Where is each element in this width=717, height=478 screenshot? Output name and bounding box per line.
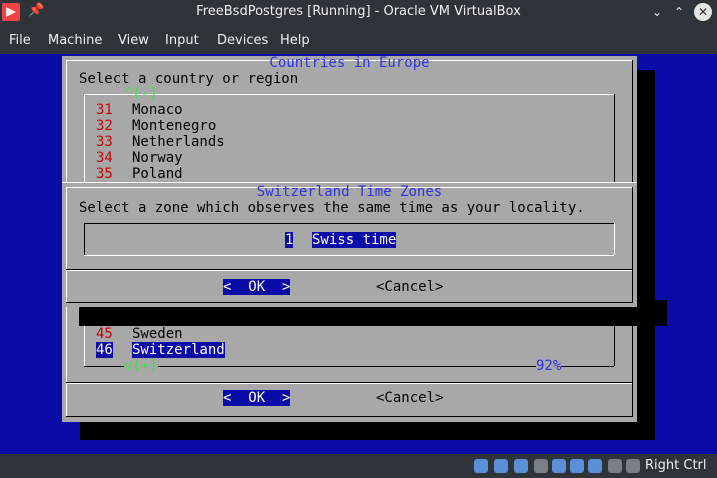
list-item-label: Sweden (132, 326, 183, 342)
usb-icon[interactable] (552, 459, 566, 473)
list-item-number: 45 (96, 326, 113, 342)
list-item-number: 34 (96, 150, 113, 166)
list-item-number: 32 (96, 118, 113, 134)
vm-screen[interactable]: Countries in Europe Select a country or … (0, 54, 717, 454)
list-item-number: 35 (96, 166, 113, 182)
ok-button[interactable]: < OK > (223, 390, 291, 406)
list-item-number: 31 (96, 102, 113, 118)
menu-help[interactable]: Help (280, 33, 310, 48)
timezone-dialog-title: Switzerland Time Zones (256, 184, 443, 200)
recording-icon[interactable] (608, 459, 622, 473)
list-item-number: 1 (285, 232, 294, 248)
display-icon[interactable] (588, 459, 602, 473)
list-item-label: Montenegro (132, 118, 217, 134)
list-item-label: Switzerland (132, 342, 225, 358)
list-item-label: Monaco (132, 102, 183, 118)
optical-drive-icon[interactable] (494, 459, 508, 473)
mouse-integration-icon[interactable] (626, 459, 640, 473)
menu-view[interactable]: View (118, 33, 149, 48)
scroll-up-indicator: ^(-) (124, 86, 158, 102)
menu-file[interactable]: File (9, 33, 31, 48)
cancel-button[interactable]: <Cancel> (376, 390, 443, 406)
shared-folders-icon[interactable] (570, 459, 584, 473)
window-title: FreeBsdPostgres [Running] - Oracle VM Vi… (196, 4, 521, 19)
menu-bar: File Machine View Input Devices Help (0, 26, 717, 54)
audio-icon[interactable] (514, 459, 528, 473)
timezone-dialog: Switzerland Time Zones Select a zone whi… (62, 182, 637, 307)
list-item-label: Netherlands (132, 134, 225, 150)
list-item-label: Norway (132, 150, 183, 166)
menu-devices[interactable]: Devices (217, 33, 268, 48)
ok-button[interactable]: < OK > (223, 279, 291, 295)
minimize-icon[interactable]: ⌄ (648, 3, 666, 21)
close-icon[interactable]: ✕ (694, 3, 712, 21)
hard-disk-icon[interactable] (474, 459, 488, 473)
title-bar: 📌 FreeBsdPostgres [Running] - Oracle VM … (0, 0, 717, 26)
timezone-prompt: Select a zone which observes the same ti… (79, 200, 585, 216)
scroll-percent: 92% (536, 358, 562, 374)
maximize-icon[interactable]: ⌃ (670, 3, 688, 21)
scroll-down-indicator: v(+) (124, 358, 158, 374)
list-item-number: 33 (96, 134, 113, 150)
menu-input[interactable]: Input (165, 33, 199, 48)
list-item-label: Swiss time (312, 232, 397, 248)
host-key-label: Right Ctrl (645, 458, 707, 473)
menu-machine[interactable]: Machine (48, 33, 102, 48)
country-prompt: Select a country or region (79, 71, 299, 87)
country-dialog-title: Countries in Europe (269, 55, 430, 71)
status-bar: Right Ctrl (0, 454, 717, 478)
list-item-number: 46 (96, 342, 113, 358)
cancel-button[interactable]: <Cancel> (376, 279, 443, 295)
list-item-label: Poland (132, 166, 183, 182)
network-icon[interactable] (534, 459, 548, 473)
